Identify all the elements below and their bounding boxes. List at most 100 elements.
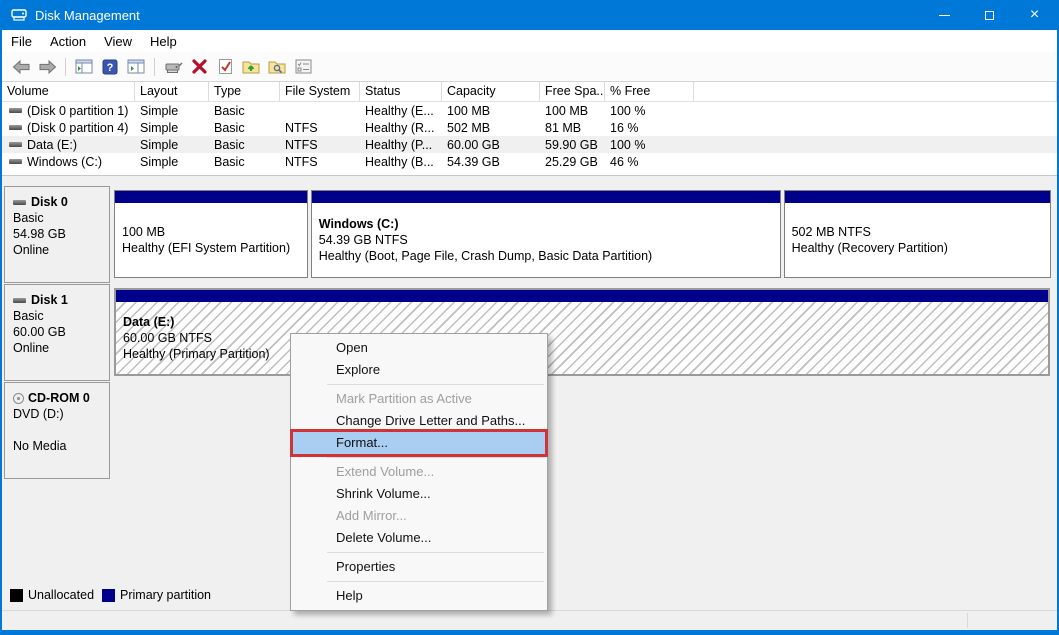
- menu-separator: [327, 384, 544, 385]
- column-header-layout[interactable]: Layout: [135, 82, 209, 101]
- menu-separator: [327, 552, 544, 553]
- menu-item-shrink-volume[interactable]: Shrink Volume...: [292, 483, 546, 505]
- device-properties-icon[interactable]: [161, 56, 185, 78]
- disk-name-text: Disk 1: [31, 292, 68, 308]
- volume-cell: Healthy (P...: [360, 138, 442, 152]
- column-header-volume[interactable]: Volume: [2, 82, 135, 101]
- minimize-button[interactable]: [922, 0, 967, 30]
- show-action-pane-icon[interactable]: [124, 56, 148, 78]
- partition-title: Windows (C:): [319, 216, 776, 232]
- partition-info: 100 MBHealthy (EFI System Partition): [115, 203, 307, 277]
- volume-cell: Windows (C:): [2, 155, 135, 169]
- partition[interactable]: 502 MB NTFSHealthy (Recovery Partition): [784, 190, 1052, 278]
- menu-item-extend-volume: Extend Volume...: [292, 461, 546, 483]
- menu-bar: FileActionViewHelp: [2, 30, 1057, 52]
- menu-view[interactable]: View: [95, 32, 141, 51]
- disk-icon: [13, 298, 26, 303]
- disk-label[interactable]: Disk 0Basic54.98 GBOnline: [4, 186, 110, 283]
- volume-cell: 54.39 GB: [442, 155, 540, 169]
- menu-item-properties[interactable]: Properties: [292, 556, 546, 578]
- column-header-type[interactable]: Type: [209, 82, 280, 101]
- menu-item-explore[interactable]: Explore: [292, 359, 546, 381]
- partition-context-menu: OpenExploreMark Partition as ActiveChang…: [290, 333, 548, 611]
- volume-cell: Simple: [135, 138, 209, 152]
- column-header--free[interactable]: % Free: [605, 82, 694, 101]
- column-header-file-system[interactable]: File System: [280, 82, 360, 101]
- check-document-icon[interactable]: [213, 56, 237, 78]
- show-console-tree-icon[interactable]: [72, 56, 96, 78]
- volume-cell: Data (E:): [2, 138, 135, 152]
- volume-row[interactable]: (Disk 0 partition 4)SimpleBasicNTFSHealt…: [2, 119, 1057, 136]
- volume-row[interactable]: Data (E:)SimpleBasicNTFSHealthy (P...60.…: [2, 136, 1057, 153]
- menu-file[interactable]: File: [2, 32, 41, 51]
- toolbar-separator: [154, 58, 155, 76]
- disk-name: CD-ROM 0: [13, 390, 109, 406]
- partition-color-band: [785, 191, 1051, 203]
- window-title: Disk Management: [35, 8, 140, 23]
- menu-item-format[interactable]: Format...: [292, 432, 546, 454]
- volume-cell: Healthy (B...: [360, 155, 442, 169]
- menu-help[interactable]: Help: [141, 32, 186, 51]
- volume-list: VolumeLayoutTypeFile SystemStatusCapacit…: [2, 82, 1057, 176]
- maximize-button[interactable]: [967, 0, 1012, 30]
- menu-item-delete-volume[interactable]: Delete Volume...: [292, 527, 546, 549]
- column-header-capacity[interactable]: Capacity: [442, 82, 540, 101]
- help-icon[interactable]: ?: [98, 56, 122, 78]
- volume-cell: NTFS: [280, 138, 360, 152]
- disk-row-disk-0: Disk 0Basic54.98 GBOnline100 MBHealthy (…: [4, 186, 1052, 283]
- volume-cell: Healthy (E...: [360, 104, 442, 118]
- partition[interactable]: 100 MBHealthy (EFI System Partition): [114, 190, 308, 278]
- disk-name: Disk 0: [13, 194, 109, 210]
- legend-label: Primary partition: [120, 588, 211, 602]
- back-icon[interactable]: [9, 56, 33, 78]
- volume-row[interactable]: (Disk 0 partition 1)SimpleBasicHealthy (…: [2, 102, 1057, 119]
- column-header-free-spa-[interactable]: Free Spa...: [540, 82, 605, 101]
- partition-detail: Healthy (EFI System Partition): [122, 240, 303, 256]
- partition-color-band: [115, 191, 307, 203]
- close-button[interactable]: ×: [1012, 0, 1057, 30]
- volume-row[interactable]: Windows (C:)SimpleBasicNTFSHealthy (B...…: [2, 153, 1057, 170]
- volume-cell: 100 MB: [540, 104, 605, 118]
- volume-cell: 100 %: [605, 138, 694, 152]
- delete-icon[interactable]: [187, 56, 211, 78]
- column-header-status[interactable]: Status: [360, 82, 442, 101]
- disk-bar: 100 MBHealthy (EFI System Partition)Wind…: [114, 190, 1050, 278]
- volume-cell: 502 MB: [442, 121, 540, 135]
- menu-item-open[interactable]: Open: [292, 337, 546, 359]
- title-bar: Disk Management ×: [2, 0, 1057, 30]
- menu-item-add-mirror: Add Mirror...: [292, 505, 546, 527]
- disk-label[interactable]: Disk 1Basic60.00 GBOnline: [4, 284, 110, 381]
- legend-item: Unallocated: [10, 588, 94, 602]
- volume-cell: Simple: [135, 155, 209, 169]
- folder-search-icon[interactable]: [265, 56, 289, 78]
- toolbar: ?: [2, 52, 1057, 82]
- volume-cell: NTFS: [280, 121, 360, 135]
- legend: Unallocated Primary partition: [10, 588, 219, 602]
- volume-name: Windows (C:): [27, 155, 102, 169]
- menu-item-change-drive-letter-and-paths[interactable]: Change Drive Letter and Paths...: [292, 410, 546, 432]
- toolbar-separator: [65, 58, 66, 76]
- partition[interactable]: Windows (C:)54.39 GB NTFSHealthy (Boot, …: [311, 190, 781, 278]
- partition-info: Windows (C:)54.39 GB NTFSHealthy (Boot, …: [312, 203, 780, 277]
- forward-icon[interactable]: [35, 56, 59, 78]
- menu-action[interactable]: Action: [41, 32, 95, 51]
- volume-drive-icon: [9, 159, 22, 164]
- task-list-icon[interactable]: [291, 56, 315, 78]
- menu-item-help[interactable]: Help: [292, 585, 546, 607]
- partition[interactable]: Data (E:)60.00 GB NTFSHealthy (Primary P…: [114, 288, 1050, 376]
- partition-detail: 100 MB: [122, 224, 303, 240]
- partition-detail: Healthy (Boot, Page File, Crash Dump, Ba…: [319, 248, 776, 264]
- volume-cell: 59.90 GB: [540, 138, 605, 152]
- maximize-icon: [985, 11, 994, 20]
- legend-label: Unallocated: [28, 588, 94, 602]
- disk-management-window: Disk Management × FileActionViewHelp ? V…: [0, 0, 1059, 635]
- volume-drive-icon: [9, 125, 22, 130]
- folder-up-icon[interactable]: [239, 56, 263, 78]
- cdrom-icon: [13, 393, 24, 404]
- volume-cell: 16 %: [605, 121, 694, 135]
- volume-drive-icon: [9, 108, 22, 113]
- volume-cell: Basic: [209, 155, 280, 169]
- legend-swatch: [102, 589, 115, 602]
- disk-label[interactable]: CD-ROM 0DVD (D:)No Media: [4, 382, 110, 479]
- partition-info: Data (E:)60.00 GB NTFSHealthy (Primary P…: [116, 302, 1048, 374]
